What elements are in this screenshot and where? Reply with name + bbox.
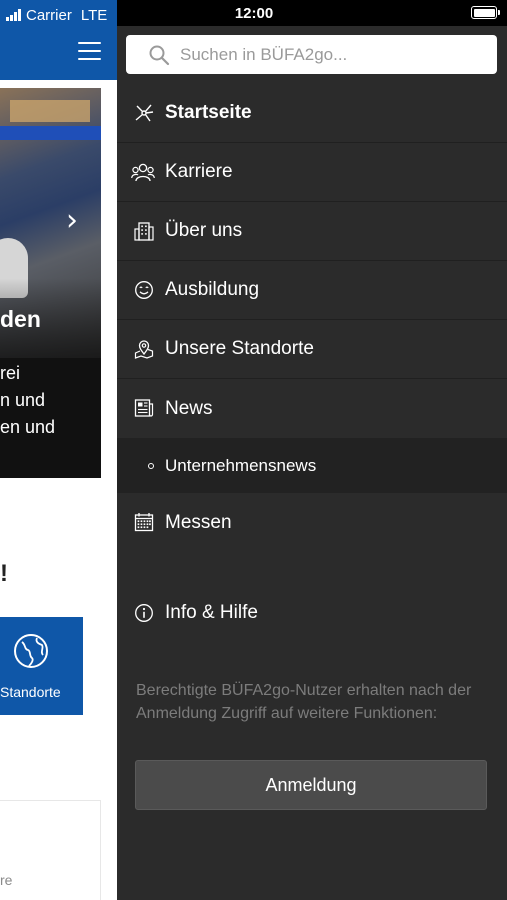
newspaper-icon [134,399,154,417]
navigation-drawer: 12:00 Startseite [117,0,507,900]
search-box[interactable] [126,35,497,74]
carrier-label: Carrier [26,6,72,24]
search-area [117,26,507,84]
hero-title: den [0,306,41,332]
menu-item-unsere-standorte[interactable]: Unsere Standorte [117,320,507,379]
content-card[interactable] [0,800,101,900]
network-label: LTE [80,6,108,24]
map-pin-icon [134,340,154,359]
menu-item-messen[interactable]: Messen [117,493,507,552]
info-icon [135,604,153,622]
menu-item-startseite[interactable]: Startseite [117,84,507,143]
menu-subitem-unternehmensnews[interactable]: Unternehmensnews [117,438,507,493]
hero-text: rei n und en und [0,363,56,437]
menu-item-label: Karriere [165,161,233,182]
menu-item-label: Startseite [165,102,252,123]
smiley-icon [135,281,153,299]
calendar-icon [134,513,154,532]
network-icon [135,104,154,122]
standorte-tile[interactable]: Standorte [0,617,83,715]
menu-item-label: Über uns [165,220,243,241]
login-button[interactable]: Anmeldung [135,760,487,810]
globe-icon [14,634,48,668]
hero-banner[interactable]: › den rei n und en und [0,88,101,478]
battery-icon [471,6,500,19]
signal-icon [6,9,21,21]
people-icon [131,163,155,182]
card-text: re [0,872,13,888]
login-note: Berechtigte BÜFA2go-Nutzer erhalten nach… [136,682,472,722]
background-app: Carrier LTE › den rei n und en und ! Sta… [0,0,117,900]
menu-item-info-hilfe[interactable]: Info & Hilfe [117,584,507,643]
building-icon [134,222,154,241]
drawer-menu: Startseite Karriere Über uns Ausbildung … [117,84,507,552]
menu-item-label: Messen [165,511,232,533]
menu-item-ueber-uns[interactable]: Über uns [117,202,507,261]
hamburger-menu-icon[interactable] [78,42,101,60]
tile-label: Standorte [0,684,61,700]
search-input[interactable] [180,35,480,74]
menu-subitem-label: Unternehmensnews [165,455,317,475]
menu-item-label: Ausbildung [165,279,260,300]
status-bar: 12:00 [117,0,507,26]
bullet-icon [148,463,154,469]
menu-item-label: Unsere Standorte [165,338,314,359]
section-heading: ! [0,560,8,587]
menu-item-karriere[interactable]: Karriere [117,143,507,202]
background-status-bar: Carrier LTE [6,5,107,25]
search-icon [149,45,170,66]
menu-item-label: Info & Hilfe [165,602,258,623]
status-time: 12:00 [234,5,274,22]
menu-item-news[interactable]: News [117,379,507,438]
menu-item-label: News [165,397,213,419]
chevron-right-icon[interactable]: › [66,206,78,236]
menu-item-ausbildung[interactable]: Ausbildung [117,261,507,320]
background-header: Carrier LTE [0,0,117,80]
